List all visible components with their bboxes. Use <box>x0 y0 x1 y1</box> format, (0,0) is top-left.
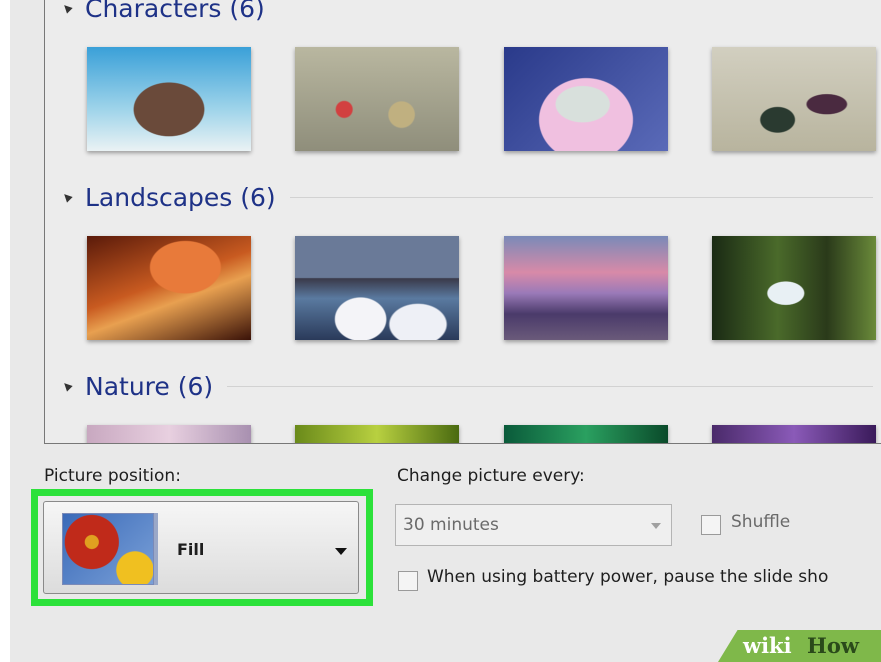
group-label: Nature (6) <box>85 371 214 401</box>
page-edge <box>0 0 10 662</box>
change-picture-label: Change picture every: <box>397 466 585 486</box>
group-header-nature[interactable]: Nature (6) <box>61 369 873 403</box>
wallpaper-thumbnail[interactable] <box>87 236 251 340</box>
wallpaper-thumbnail[interactable] <box>295 425 459 443</box>
picture-position-preview <box>62 513 154 585</box>
battery-pause-label: When using battery power, pause the slid… <box>427 567 829 587</box>
group-header-characters[interactable]: Characters (6) <box>61 0 873 25</box>
shuffle-checkbox[interactable] <box>701 515 721 535</box>
wallpaper-thumbnail[interactable] <box>504 47 668 151</box>
wallpaper-thumbnail[interactable] <box>712 425 876 443</box>
group-label: Landscapes (6) <box>85 182 276 212</box>
collapse-triangle-icon <box>61 380 73 392</box>
picture-position-label: Picture position: <box>44 466 181 486</box>
wikihow-watermark: wiki How <box>718 630 881 662</box>
chevron-down-icon <box>651 523 661 529</box>
wallpaper-thumbnail[interactable] <box>504 425 668 443</box>
watermark-wiki: wiki <box>743 633 792 658</box>
wallpaper-list-panel: Characters (6) Landscapes (6) Nature (6) <box>44 0 881 444</box>
wallpaper-thumbnail[interactable] <box>295 47 459 151</box>
wallpaper-thumbnail[interactable] <box>295 236 459 340</box>
chevron-down-icon <box>335 548 347 555</box>
battery-pause-checkbox[interactable] <box>398 571 418 591</box>
change-interval-value: 30 minutes <box>403 515 499 535</box>
watermark-how: How <box>807 633 859 658</box>
collapse-triangle-icon <box>61 2 73 14</box>
picture-position-dropdown[interactable]: Fill <box>43 501 359 594</box>
group-header-landscapes[interactable]: Landscapes (6) <box>61 180 873 214</box>
group-divider <box>227 385 873 387</box>
change-interval-select[interactable]: 30 minutes <box>395 504 672 546</box>
wallpaper-thumbnail[interactable] <box>504 236 668 340</box>
wallpaper-thumbnail[interactable] <box>87 425 251 443</box>
picture-position-value: Fill <box>177 540 205 559</box>
wallpaper-thumbnail[interactable] <box>87 47 251 151</box>
collapse-triangle-icon <box>61 191 73 203</box>
wallpaper-thumbnail[interactable] <box>712 47 876 151</box>
wallpaper-thumbnail[interactable] <box>712 236 876 340</box>
group-label: Characters (6) <box>85 0 265 23</box>
shuffle-label: Shuffle <box>731 512 791 532</box>
group-divider <box>289 196 873 198</box>
